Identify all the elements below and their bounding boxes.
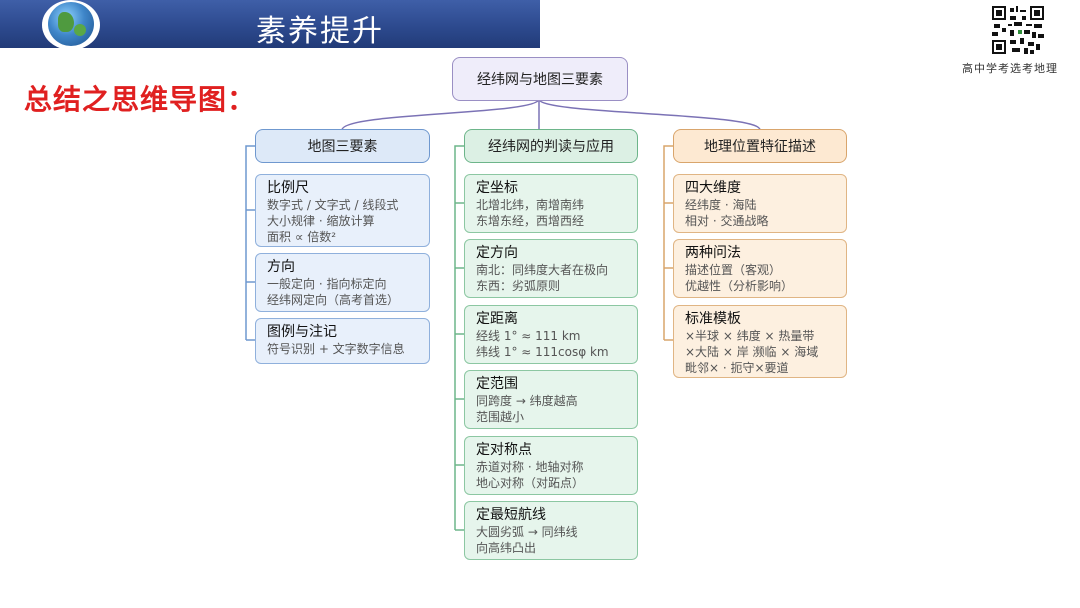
node-title: 定距离 <box>476 311 518 327</box>
node-orientation: 定方向 南北：同纬度大者在极向 东西：劣弧原则 <box>464 239 638 298</box>
node-title: 比例尺 <box>267 180 309 196</box>
node-legend: 图例与注记 符号识别 + 文字数字信息 <box>255 318 430 364</box>
node-four-dimensions: 四大维度 经纬度 · 海陆 相对 · 交通战略 <box>673 174 847 233</box>
node-title: 定方向 <box>476 245 518 261</box>
node-title: 定坐标 <box>476 180 518 196</box>
node-line: 范围越小 <box>476 410 525 424</box>
node-line: 向高纬凸出 <box>476 541 537 555</box>
node-line: 描述位置（客观） <box>685 263 782 277</box>
node-two-questions: 两种问法 描述位置（客观） 优越性（分析影响） <box>673 239 847 298</box>
node-line: 赤道对称 · 地轴对称 <box>476 460 584 474</box>
node-title: 标准模板 <box>685 311 741 327</box>
node-line: 大小规律 · 缩放计算 <box>267 214 375 228</box>
node-shortest-route: 定最短航线 大圆劣弧 → 同纬线 向高纬凸出 <box>464 501 638 560</box>
node-line: 东增东经，西增西经 <box>476 214 585 228</box>
node-line: ×半球 × 纬度 × 热量带 <box>685 329 815 343</box>
node-symmetric-point: 定对称点 赤道对称 · 地轴对称 地心对称（对跖点） <box>464 436 638 495</box>
node-line: 一般定向 · 指向标定向 <box>267 277 387 291</box>
node-line: 大圆劣弧 → 同纬线 <box>476 525 578 539</box>
node-line: 经纬度 · 海陆 <box>685 198 757 212</box>
node-direction: 方向 一般定向 · 指向标定向 经纬网定向（高考首选） <box>255 253 430 312</box>
node-line: 经纬网定向（高考首选） <box>267 293 400 307</box>
node-line: 纬线 1° ≈ 111cosφ km <box>476 345 609 359</box>
node-title: 两种问法 <box>685 245 741 261</box>
node-line: 地心对称（对跖点） <box>476 476 585 490</box>
node-line: ×大陆 × 岸 濒临 × 海域 <box>685 345 819 359</box>
node-template: 标准模板 ×半球 × 纬度 × 热量带 ×大陆 × 岸 濒临 × 海域 毗邻× … <box>673 305 847 378</box>
node-range: 定范围 同跨度 → 纬度越高 范围越小 <box>464 370 638 429</box>
node-title: 定对称点 <box>476 442 532 458</box>
branch-location: 地理位置特征描述 <box>673 129 847 163</box>
node-title: 定范围 <box>476 376 518 392</box>
node-scale: 比例尺 数字式 / 文字式 / 线段式 大小规律 · 缩放计算 面积 ∝ 倍数² <box>255 174 430 247</box>
node-line: 面积 ∝ 倍数² <box>267 230 337 244</box>
node-title: 方向 <box>267 259 295 275</box>
node-line: 南北：同纬度大者在极向 <box>476 263 609 277</box>
branch-graticule: 经纬网的判读与应用 <box>464 129 638 163</box>
node-title: 图例与注记 <box>267 324 337 340</box>
node-line: 相对 · 交通战略 <box>685 214 769 228</box>
node-line: 毗邻× · 扼守×要道 <box>685 361 789 375</box>
node-line: 数字式 / 文字式 / 线段式 <box>267 198 399 212</box>
node-title: 定最短航线 <box>476 507 546 523</box>
branch-map-elements: 地图三要素 <box>255 129 430 163</box>
node-line: 东西：劣弧原则 <box>476 279 561 293</box>
node-line: 优越性（分析影响） <box>685 279 794 293</box>
node-title: 四大维度 <box>685 180 741 196</box>
node-line: 符号识别 + 文字数字信息 <box>267 342 405 356</box>
node-coordinates: 定坐标 北增北纬，南增南纬 东增东经，西增西经 <box>464 174 638 233</box>
node-line: 同跨度 → 纬度越高 <box>476 394 578 408</box>
node-distance: 定距离 经线 1° ≈ 111 km 纬线 1° ≈ 111cosφ km <box>464 305 638 364</box>
mindmap-root: 经纬网与地图三要素 <box>452 57 628 101</box>
node-line: 经线 1° ≈ 111 km <box>476 329 581 343</box>
node-line: 北增北纬，南增南纬 <box>476 198 585 212</box>
